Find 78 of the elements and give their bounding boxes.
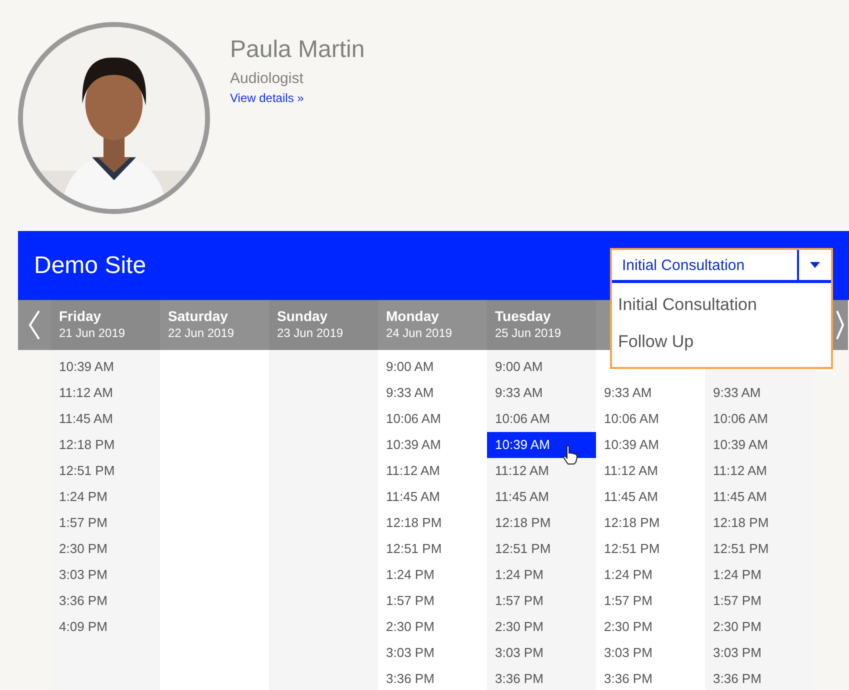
time-slot[interactable]: 10:39 AM <box>378 432 487 458</box>
time-slot[interactable]: 1:57 PM <box>51 510 160 536</box>
time-slot[interactable]: 3:03 PM <box>51 562 160 588</box>
time-slot[interactable]: 10:06 AM <box>487 406 596 432</box>
time-slot[interactable]: 3:36 PM <box>705 666 814 690</box>
day-date: 25 Jun 2019 <box>495 326 562 340</box>
time-slot[interactable]: 10:06 AM <box>378 406 487 432</box>
time-slot[interactable]: 9:33 AM <box>705 380 814 406</box>
time-slot[interactable]: 4:09 PM <box>51 614 160 640</box>
time-slot[interactable]: 12:51 PM <box>51 458 160 484</box>
dropdown-option[interactable]: Initial Consultation <box>612 289 831 326</box>
view-details-link[interactable]: View details » <box>230 91 304 105</box>
person-role: Audiologist <box>230 70 304 87</box>
time-slot[interactable]: 11:45 AM <box>596 484 705 510</box>
time-slot[interactable]: 10:39 AM <box>596 432 705 458</box>
time-slot[interactable]: 12:18 PM <box>378 510 487 536</box>
time-slot[interactable]: 2:30 PM <box>487 614 596 640</box>
time-slot[interactable]: 10:39 AM <box>705 432 814 458</box>
person-name: Paula Martin <box>230 36 365 64</box>
day-name: Saturday <box>168 308 229 324</box>
time-slot[interactable]: 12:18 PM <box>487 510 596 536</box>
time-slot[interactable]: 1:24 PM <box>378 562 487 588</box>
time-slot[interactable]: 3:03 PM <box>596 640 705 666</box>
time-slot[interactable]: 2:30 PM <box>51 536 160 562</box>
day-date: 22 Jun 2019 <box>168 326 236 340</box>
time-slot[interactable]: 12:18 PM <box>51 432 160 458</box>
time-slot[interactable]: 1:57 PM <box>378 588 487 614</box>
time-slot[interactable]: 1:24 PM <box>487 562 596 588</box>
time-slot[interactable]: 11:45 AM <box>51 406 160 432</box>
time-slot[interactable]: 3:36 PM <box>596 666 705 690</box>
time-slot[interactable]: 12:51 PM <box>705 536 814 562</box>
time-slot[interactable]: 11:12 AM <box>51 380 160 406</box>
time-slot[interactable]: 1:24 PM <box>596 562 705 588</box>
time-slot[interactable]: 3:36 PM <box>51 588 160 614</box>
time-slot[interactable]: 9:33 AM <box>378 380 487 406</box>
site-title: Demo Site <box>34 252 146 280</box>
time-slot[interactable]: 12:51 PM <box>487 536 596 562</box>
time-slot[interactable]: 10:06 AM <box>705 406 814 432</box>
time-slot[interactable]: 3:36 PM <box>487 666 596 690</box>
time-slot[interactable]: 12:18 PM <box>596 510 705 536</box>
day-name: Friday <box>59 308 102 324</box>
time-slot[interactable]: 3:03 PM <box>705 640 814 666</box>
time-slot[interactable]: 2:30 PM <box>378 614 487 640</box>
time-slot[interactable]: 1:24 PM <box>51 484 160 510</box>
time-slot[interactable]: 2:30 PM <box>596 614 705 640</box>
day-name: Monday <box>386 308 440 324</box>
time-slot[interactable]: 1:57 PM <box>596 588 705 614</box>
time-slot[interactable]: 10:39 AM <box>487 432 596 458</box>
day-name: Sunday <box>277 308 329 324</box>
time-slot[interactable]: 3:36 PM <box>378 666 487 690</box>
time-slot[interactable]: 11:45 AM <box>705 484 814 510</box>
time-slot[interactable]: 9:00 AM <box>378 354 487 380</box>
day-date: 24 Jun 2019 <box>386 326 454 340</box>
time-slot[interactable]: 12:51 PM <box>596 536 705 562</box>
time-slot[interactable]: 10:06 AM <box>596 406 705 432</box>
time-slot[interactable]: 11:12 AM <box>487 458 596 484</box>
time-slot[interactable]: 3:03 PM <box>378 640 487 666</box>
time-slot[interactable]: 11:45 AM <box>487 484 596 510</box>
time-slot[interactable]: 11:12 AM <box>378 458 487 484</box>
time-slot[interactable]: 11:12 AM <box>596 458 705 484</box>
time-slot[interactable]: 11:45 AM <box>378 484 487 510</box>
time-slot[interactable]: 10:39 AM <box>51 354 160 380</box>
day-date: 21 Jun 2019 <box>59 326 126 340</box>
time-slot[interactable]: 12:18 PM <box>705 510 814 536</box>
time-slot[interactable]: 9:33 AM <box>487 380 596 406</box>
time-slot[interactable]: 3:03 PM <box>487 640 596 666</box>
time-slot[interactable]: 9:33 AM <box>596 380 705 406</box>
day-date: 23 Jun 2019 <box>277 326 344 340</box>
time-slot[interactable]: 1:57 PM <box>705 588 814 614</box>
time-slot[interactable]: 12:51 PM <box>378 536 487 562</box>
time-slot[interactable]: 11:12 AM <box>705 458 814 484</box>
time-slot[interactable]: 1:24 PM <box>705 562 814 588</box>
time-slot[interactable]: 2:30 PM <box>705 614 814 640</box>
day-name: Tuesday <box>495 308 552 324</box>
service-select[interactable]: Initial Consultation <box>612 250 831 283</box>
time-slot[interactable]: 9:00 AM <box>487 354 596 380</box>
time-slot[interactable]: 1:57 PM <box>487 588 596 614</box>
dropdown-option[interactable]: Follow Up <box>612 326 831 363</box>
